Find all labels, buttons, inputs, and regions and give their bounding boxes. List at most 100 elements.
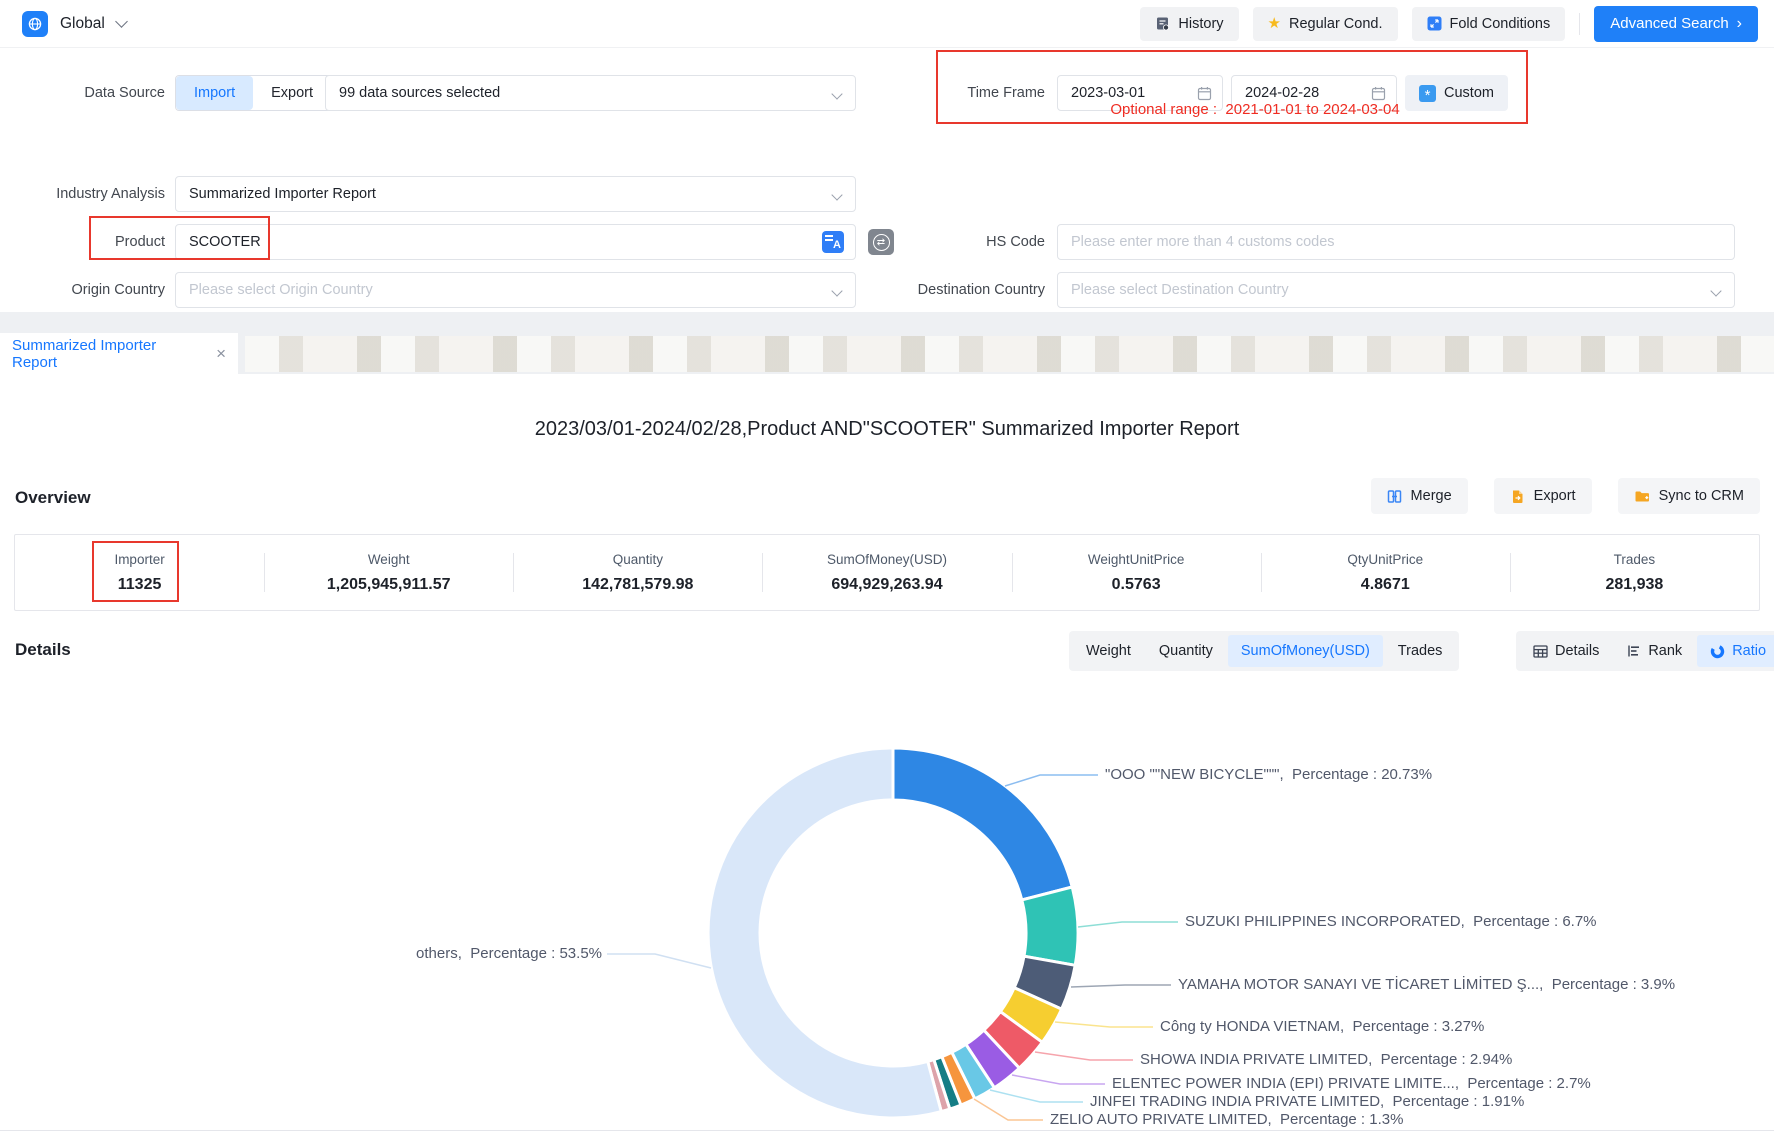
hs-code-input[interactable] <box>1057 224 1735 260</box>
chevron-down-icon <box>831 189 842 200</box>
history-button-label: History <box>1178 16 1223 32</box>
origin-country-placeholder: Please select Origin Country <box>176 282 373 298</box>
stat-sum-of-money: SumOfMoney(USD) 694,929,263.94 <box>762 535 1011 610</box>
sync-to-crm-label: Sync to CRM <box>1659 488 1744 504</box>
ratio-donut-chart: "OOO ""NEW BICYCLE""", Percentage : 20.7… <box>0 680 1774 1139</box>
chevron-right-icon: › <box>1737 16 1742 32</box>
regular-cond-button[interactable]: ★ Regular Cond. <box>1253 7 1398 41</box>
app-root: Global History ★ Regular Cond. <box>0 0 1774 1139</box>
stat-label: Quantity <box>613 552 663 567</box>
donut-segment-10[interactable] <box>708 748 941 1118</box>
star-icon: ★ <box>1268 16 1281 31</box>
chevron-down-icon <box>831 285 842 296</box>
view-toggle-group: Details Rank <box>1516 631 1774 671</box>
metric-quantity[interactable]: Quantity <box>1146 635 1226 667</box>
tab-title: Summarized Importer Report <box>12 337 202 371</box>
chart-label-others: others, Percentage : 53.5% <box>290 945 602 962</box>
donut-segment-1[interactable] <box>1022 887 1078 965</box>
blurred-tabs-region <box>245 336 1774 372</box>
advanced-search-button[interactable]: Advanced Search › <box>1594 6 1758 42</box>
hs-code-label: HS Code <box>880 224 1045 260</box>
chart-label-zelio: ZELIO AUTO PRIVATE LIMITED, Percentage :… <box>1050 1111 1403 1128</box>
stat-quantity: Quantity 142,781,579.98 <box>513 535 762 610</box>
section-divider <box>0 1130 1774 1131</box>
divider <box>1579 13 1580 35</box>
tab-bar: Summarized Importer Report × <box>0 333 1774 374</box>
history-icon <box>1155 16 1170 31</box>
industry-analysis-select[interactable]: Summarized Importer Report <box>175 176 856 212</box>
import-tab[interactable]: Import <box>176 76 253 110</box>
view-rank-label: Rank <box>1648 643 1682 659</box>
report-title: 2023/03/01-2024/02/28,Product AND"SCOOTE… <box>0 418 1774 441</box>
merge-icon <box>1387 489 1402 504</box>
stat-value: 142,781,579.98 <box>582 576 693 594</box>
calendar-icon[interactable] <box>1371 86 1386 101</box>
advanced-search-label: Advanced Search <box>1610 15 1728 32</box>
leader-line <box>974 1099 1043 1120</box>
view-ratio[interactable]: Ratio <box>1697 635 1774 667</box>
section-gap <box>0 312 1774 333</box>
export-tab[interactable]: Export <box>253 76 331 110</box>
stat-label: SumOfMoney(USD) <box>827 552 947 567</box>
details-heading: Details <box>15 640 71 660</box>
leader-line <box>607 954 711 968</box>
translate-icon[interactable]: A <box>822 231 844 253</box>
stat-value: 694,929,263.94 <box>831 576 942 594</box>
donut-segment-0[interactable] <box>893 748 1072 900</box>
fold-conditions-button[interactable]: Fold Conditions <box>1412 7 1566 41</box>
stat-qty-unit-price: QtyUnitPrice 4.8671 <box>1261 535 1510 610</box>
metric-trades[interactable]: Trades <box>1385 635 1456 667</box>
stat-label: QtyUnitPrice <box>1347 552 1423 567</box>
merge-button[interactable]: Merge <box>1371 478 1468 514</box>
sync-crm-icon <box>1634 489 1650 503</box>
metric-sum-of-money[interactable]: SumOfMoney(USD) <box>1228 635 1383 667</box>
chart-label-elentec: ELENTEC POWER INDIA (EPI) PRIVATE LIMITE… <box>1112 1075 1591 1092</box>
stat-value: 0.5763 <box>1112 576 1161 594</box>
view-rank[interactable]: Rank <box>1614 635 1695 667</box>
fold-conditions-label: Fold Conditions <box>1450 16 1551 32</box>
chart-label-honda: Công ty HONDA VIETNAM, Percentage : 3.27… <box>1160 1018 1484 1035</box>
ratio-donut-icon <box>1710 644 1725 659</box>
chevron-down-icon <box>831 88 842 99</box>
rank-icon <box>1627 644 1641 658</box>
region-selector-label[interactable]: Global <box>60 15 105 33</box>
calendar-icon[interactable] <box>1197 86 1212 101</box>
overview-heading: Overview <box>15 488 91 508</box>
sync-to-crm-button[interactable]: Sync to CRM <box>1618 478 1760 514</box>
origin-country-select[interactable]: Please select Origin Country <box>175 272 856 308</box>
metric-weight[interactable]: Weight <box>1073 635 1144 667</box>
leader-line <box>1078 922 1178 927</box>
donut-chart-svg <box>0 680 1774 1139</box>
leader-line <box>1055 1022 1153 1027</box>
stat-label: Importer <box>114 552 164 567</box>
view-details[interactable]: Details <box>1520 635 1612 667</box>
destination-country-select[interactable]: Please select Destination Country <box>1057 272 1735 308</box>
origin-country-label: Origin Country <box>0 272 165 308</box>
product-input[interactable] <box>175 224 856 260</box>
destination-country-placeholder: Please select Destination Country <box>1058 282 1289 298</box>
data-sources-select[interactable]: 99 data sources selected <box>325 75 856 111</box>
data-source-label: Data Source <box>0 75 165 111</box>
history-button[interactable]: History <box>1140 7 1238 41</box>
export-button[interactable]: Export <box>1494 478 1592 514</box>
stat-weight-unit-price: WeightUnitPrice 0.5763 <box>1012 535 1261 610</box>
overview-stats-card: Importer 11325 Weight 1,205,945,911.57 Q… <box>14 534 1760 611</box>
export-button-label: Export <box>1534 488 1576 504</box>
stat-label: Weight <box>368 552 410 567</box>
metric-toggle-group: Weight Quantity SumOfMoney(USD) Trades <box>1069 631 1459 671</box>
globe-icon[interactable] <box>22 11 48 37</box>
chevron-down-icon[interactable] <box>115 15 128 28</box>
industry-analysis-label: Industry Analysis <box>0 176 165 212</box>
view-ratio-label: Ratio <box>1732 643 1766 659</box>
stat-value: 281,938 <box>1605 576 1663 594</box>
close-icon[interactable]: × <box>216 345 226 362</box>
destination-country-label: Destination Country <box>880 272 1045 308</box>
product-label: Product <box>0 224 165 260</box>
tab-summarized-importer-report[interactable]: Summarized Importer Report × <box>0 333 238 374</box>
leader-line <box>1035 1052 1133 1060</box>
stat-value: 11325 <box>118 576 162 594</box>
stat-weight: Weight 1,205,945,911.57 <box>264 535 513 610</box>
stat-label: Trades <box>1614 552 1656 567</box>
view-details-label: Details <box>1555 643 1599 659</box>
details-table-icon <box>1533 645 1548 658</box>
